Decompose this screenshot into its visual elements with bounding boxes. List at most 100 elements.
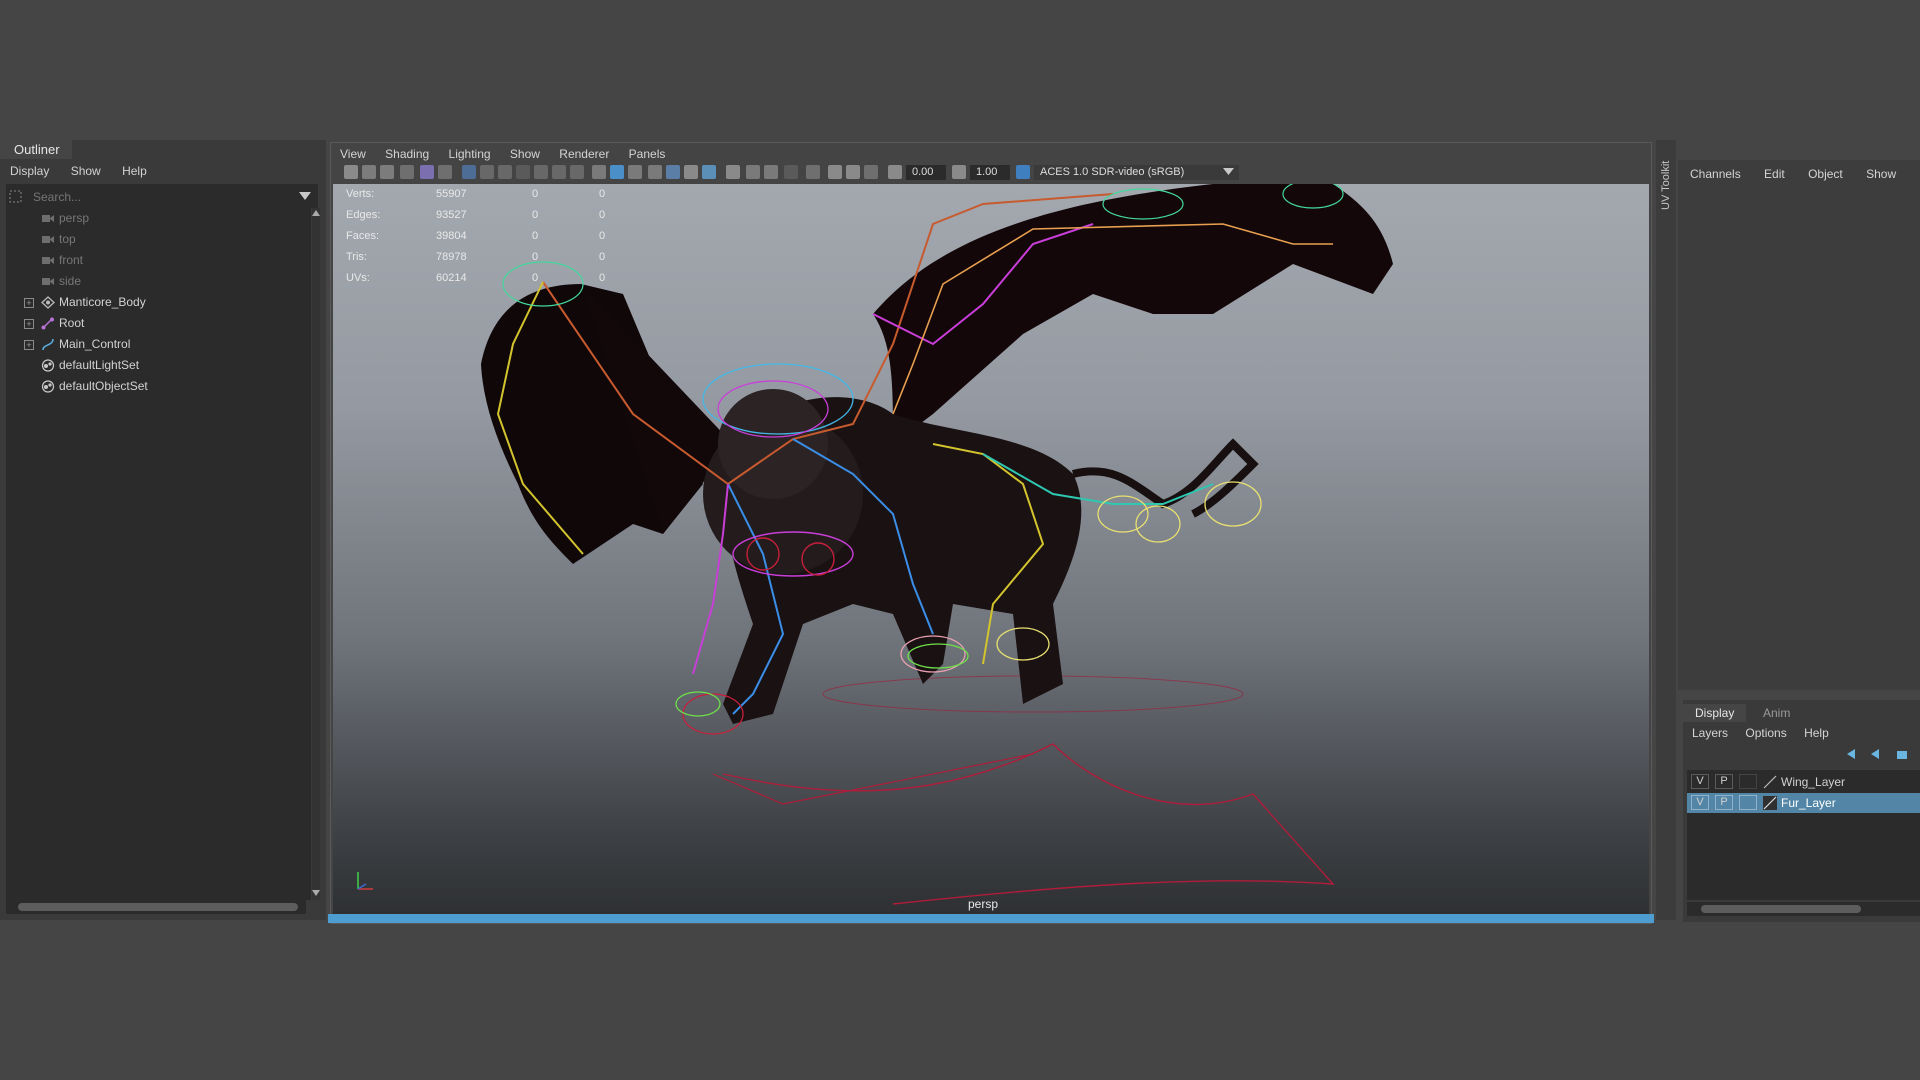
exposure-field[interactable]: 0.00: [906, 165, 946, 180]
xray-icon[interactable]: [828, 165, 842, 179]
outliner-item-front[interactable]: front: [6, 250, 306, 271]
move-layer-up-icon[interactable]: [1847, 749, 1855, 759]
isolate-select-icon[interactable]: [806, 165, 820, 179]
layer-color-icon[interactable]: [1763, 775, 1777, 789]
layer-horizontal-scrollbar[interactable]: [1687, 902, 1920, 916]
wireframe-on-shaded-icon[interactable]: [648, 165, 662, 179]
viewport-menu-renderer[interactable]: Renderer: [559, 144, 609, 164]
textured-icon[interactable]: [666, 165, 680, 179]
outliner-menu-display[interactable]: Display: [10, 160, 49, 182]
gamma-icon[interactable]: [952, 165, 966, 179]
layer-visibility-toggle[interactable]: V: [1691, 795, 1709, 810]
layer-menu-help[interactable]: Help: [1804, 724, 1829, 742]
grid-icon[interactable]: [462, 165, 476, 179]
gamma-field[interactable]: 1.00: [970, 165, 1010, 180]
scroll-up-arrow-icon[interactable]: [312, 210, 320, 216]
gate-mask-icon[interactable]: [516, 165, 530, 179]
screen-space-ao-icon[interactable]: [726, 165, 740, 179]
2d-pan-zoom-icon[interactable]: [420, 165, 434, 179]
channel-menu-object[interactable]: Object: [1808, 164, 1843, 184]
shadows-icon[interactable]: [702, 165, 716, 179]
camera-attributes-icon[interactable]: [362, 165, 376, 179]
layer-type-toggle[interactable]: [1739, 774, 1757, 789]
expand-icon[interactable]: +: [24, 319, 34, 329]
film-gate-icon[interactable]: [480, 165, 494, 179]
layer-menu-options[interactable]: Options: [1745, 724, 1786, 742]
outliner-item-label: Root: [59, 316, 85, 330]
layer-row-fur[interactable]: V P Fur_Layer: [1687, 793, 1920, 813]
viewport-menu-panels[interactable]: Panels: [629, 144, 666, 164]
outliner-horizontal-scrollbar[interactable]: [6, 900, 306, 914]
xray-active-icon[interactable]: [846, 165, 860, 179]
set-icon: [41, 359, 55, 372]
outliner-item-persp[interactable]: persp: [6, 208, 306, 229]
depth-of-field-icon[interactable]: [784, 165, 798, 179]
exposure-icon[interactable]: [888, 165, 902, 179]
layer-color-icon[interactable]: [1763, 796, 1777, 810]
outliner-menu-help[interactable]: Help: [122, 160, 147, 182]
wireframe-icon[interactable]: [592, 165, 606, 179]
default-material-icon[interactable]: [628, 165, 642, 179]
outliner-search-input[interactable]: [31, 187, 285, 207]
layer-playback-toggle[interactable]: P: [1715, 795, 1733, 810]
outliner-item-main-control[interactable]: + Main_Control: [6, 334, 306, 355]
outliner-menu-show[interactable]: Show: [71, 160, 101, 182]
filter-icon[interactable]: [8, 189, 23, 204]
3d-viewport[interactable]: [333, 184, 1649, 914]
resolution-gate-icon[interactable]: [498, 165, 512, 179]
scroll-down-arrow-icon[interactable]: [312, 890, 320, 896]
hud-value: 0: [532, 188, 539, 200]
scrollbar-thumb[interactable]: [18, 903, 298, 911]
group-icon: [41, 296, 55, 309]
scrollbar-thumb[interactable]: [1701, 905, 1861, 913]
tab-anim[interactable]: Anim: [1751, 704, 1802, 722]
color-management-icon[interactable]: [1016, 165, 1030, 179]
outliner-item-manticore-body[interactable]: + Manticore_Body: [6, 292, 306, 313]
channel-menu-edit[interactable]: Edit: [1764, 164, 1785, 184]
chevron-down-icon[interactable]: [1223, 168, 1234, 176]
hud-value: 39804: [436, 230, 467, 242]
chevron-down-icon[interactable]: [299, 192, 311, 201]
outliner-item-default-object-set[interactable]: defaultObjectSet: [6, 376, 306, 397]
tab-display[interactable]: Display: [1683, 704, 1747, 722]
image-plane-icon[interactable]: [400, 165, 414, 179]
hud-value: 0: [599, 251, 606, 263]
layer-playback-toggle[interactable]: P: [1715, 774, 1733, 789]
hud-row-uvs: UVs: 60214 0 0: [346, 268, 626, 289]
anti-aliasing-icon[interactable]: [764, 165, 778, 179]
outliner-tab[interactable]: Outliner: [0, 140, 72, 159]
uv-toolkit-tab[interactable]: UV Toolkit: [1660, 161, 1672, 210]
viewport-menu-show[interactable]: Show: [510, 144, 540, 164]
layer-row-wing[interactable]: V P Wing_Layer: [1687, 772, 1920, 792]
smooth-shade-icon[interactable]: [610, 165, 624, 179]
viewport-menu-lighting[interactable]: Lighting: [449, 144, 491, 164]
outliner-item-top[interactable]: top: [6, 229, 306, 250]
bookmark-icon[interactable]: [380, 165, 394, 179]
layer-type-toggle[interactable]: [1739, 795, 1757, 810]
outliner-vertical-scrollbar[interactable]: [312, 208, 320, 900]
outliner-item-side[interactable]: side: [6, 271, 306, 292]
hud-label: Verts:: [346, 188, 375, 200]
grease-pencil-icon[interactable]: [438, 165, 452, 179]
field-chart-icon[interactable]: [534, 165, 548, 179]
layer-visibility-toggle[interactable]: V: [1691, 774, 1709, 789]
safe-action-icon[interactable]: [552, 165, 566, 179]
move-layer-down-icon[interactable]: [1871, 749, 1879, 759]
xray-joints-icon[interactable]: [864, 165, 878, 179]
use-all-lights-icon[interactable]: [684, 165, 698, 179]
curve-icon: [42, 338, 54, 351]
channel-menu-show[interactable]: Show: [1866, 164, 1896, 184]
expand-icon[interactable]: +: [24, 340, 34, 350]
layer-menu-layers[interactable]: Layers: [1692, 724, 1728, 742]
expand-icon[interactable]: +: [24, 298, 34, 308]
motion-blur-icon[interactable]: [746, 165, 760, 179]
viewport-menu-view[interactable]: View: [340, 144, 366, 164]
select-camera-icon[interactable]: [344, 165, 358, 179]
outliner-item-default-light-set[interactable]: defaultLightSet: [6, 355, 306, 376]
viewport-menu-shading[interactable]: Shading: [385, 144, 429, 164]
outliner-item-root[interactable]: + Root: [6, 313, 306, 334]
new-layer-icon[interactable]: [1897, 751, 1907, 759]
channel-menu-channels[interactable]: Channels: [1690, 164, 1741, 184]
safe-title-icon[interactable]: [570, 165, 584, 179]
color-space-dropdown[interactable]: ACES 1.0 SDR-video (sRGB): [1034, 165, 1239, 180]
